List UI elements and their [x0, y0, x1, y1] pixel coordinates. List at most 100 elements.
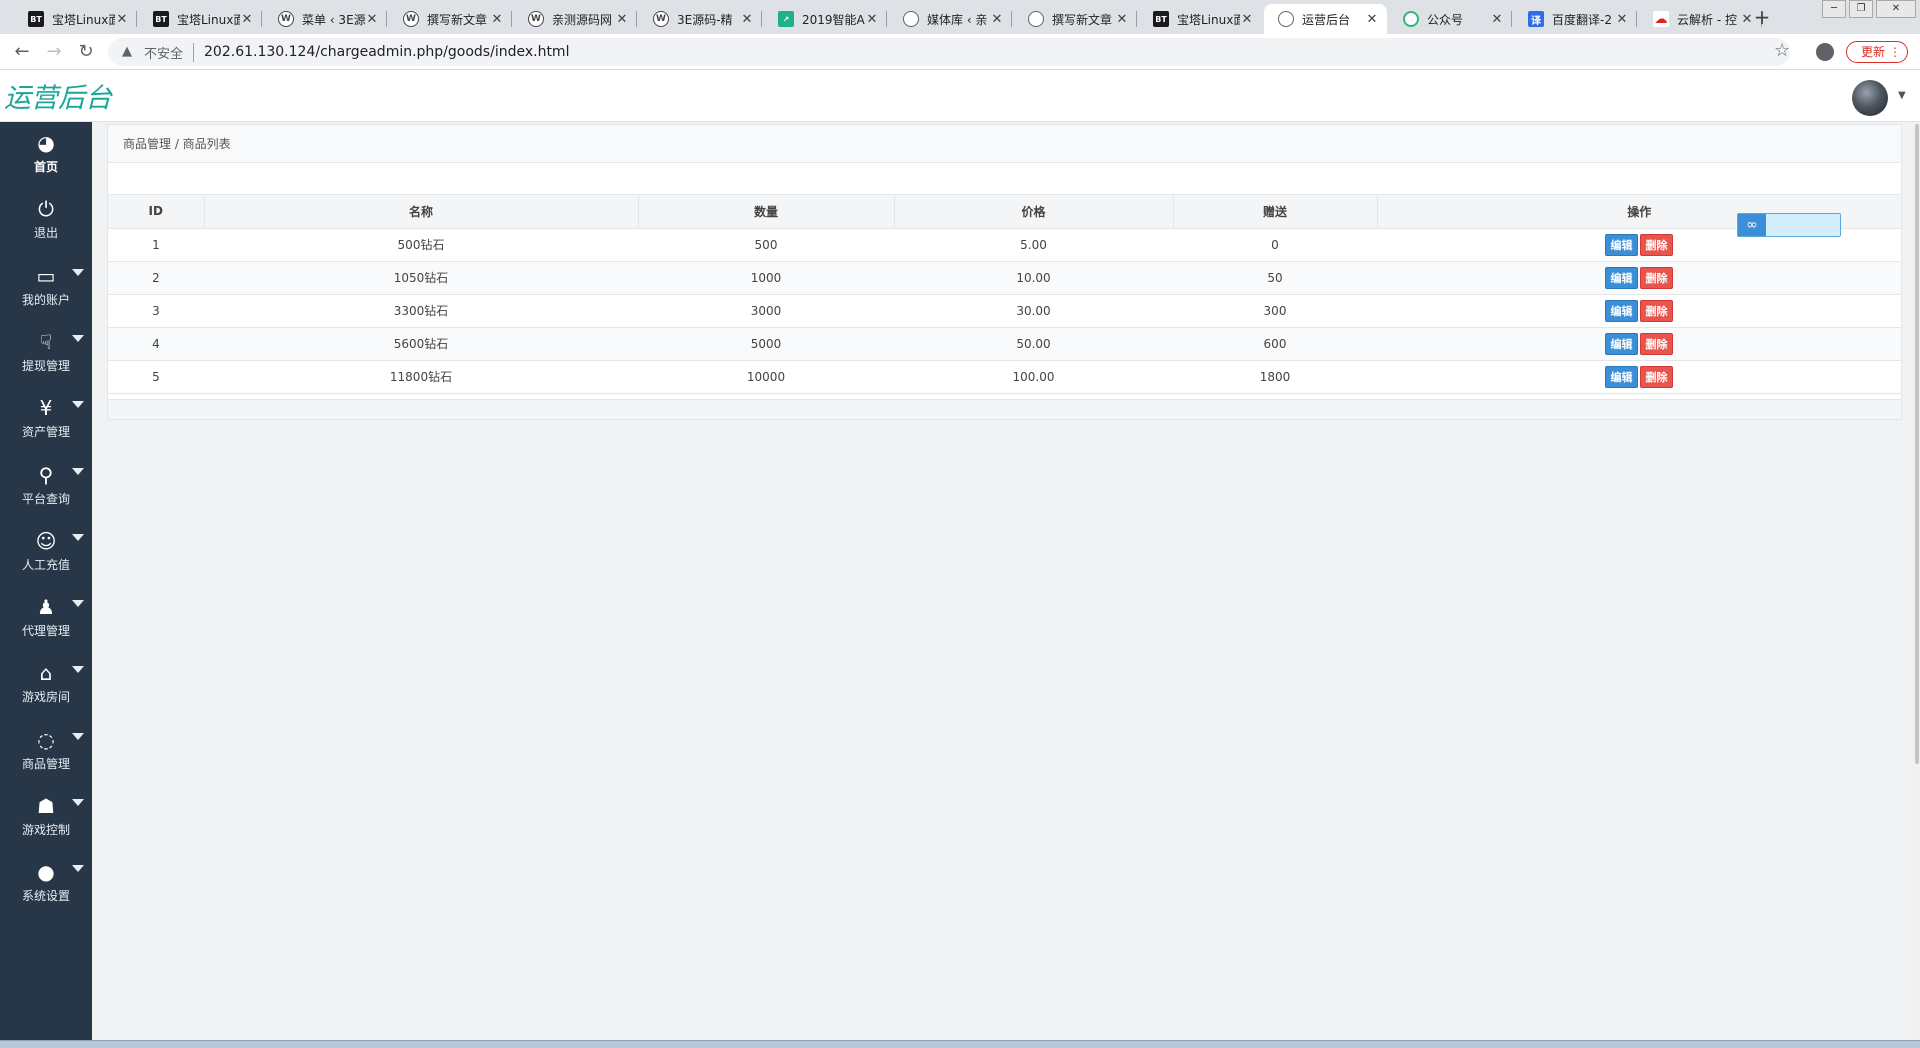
delete-button[interactable]: 删除 — [1640, 365, 1673, 388]
wp-favicon-icon: W — [528, 11, 544, 27]
app-logo[interactable]: 运营后台 — [4, 76, 112, 115]
avatar[interactable] — [1852, 80, 1888, 116]
browser-tab[interactable]: W 3E源码-精 ✕ — [639, 4, 762, 34]
sidebar-item[interactable]: ◌ 商品管理 — [0, 719, 92, 784]
sidebar-item-label: 平台查询 — [21, 491, 70, 506]
browser-tab[interactable]: 公众号 ✕ — [1389, 4, 1512, 34]
table-cell: 10000 — [638, 360, 894, 394]
delete-button[interactable]: 删除 — [1640, 233, 1673, 256]
browser-tab[interactable]: ☁ 云解析 - 控 ✕ — [1639, 4, 1762, 34]
table-cell: 50 — [1173, 261, 1377, 295]
browser-tab[interactable]: ↗ 2019智能A ✕ — [764, 4, 887, 34]
minimize-button[interactable]: ─ — [1822, 0, 1846, 18]
caret-down-icon[interactable] — [72, 268, 84, 276]
tab-title: 云解析 - 控 — [1677, 12, 1737, 27]
close-icon[interactable]: ✕ — [740, 12, 754, 27]
sidebar-item[interactable]: ☺ 人工充值 — [0, 520, 92, 585]
browser-tab[interactable]: BT 宝塔Linux面 ✕ — [14, 4, 137, 34]
sidebar-item[interactable]: ▭ 我的账户 — [0, 255, 92, 320]
close-icon[interactable]: ✕ — [1615, 12, 1629, 27]
close-icon[interactable]: ✕ — [615, 12, 629, 27]
reload-icon[interactable]: ↻ — [74, 40, 98, 64]
close-icon[interactable]: ✕ — [490, 12, 504, 27]
profile-icon[interactable] — [1816, 43, 1834, 61]
leaf-icon: ◌ — [37, 727, 55, 752]
edit-button[interactable]: 编辑 — [1605, 299, 1638, 322]
new-tab-button[interactable]: + — [1748, 4, 1776, 30]
tab-title: 宝塔Linux面 — [1177, 12, 1240, 27]
users-icon: ☗ — [37, 794, 55, 818]
edit-button[interactable]: 编辑 — [1605, 365, 1638, 388]
browser-tab[interactable]: W 亲测源码网 ✕ — [514, 4, 637, 34]
edit-button[interactable]: 编辑 — [1605, 332, 1638, 355]
scrollbar-thumb[interactable] — [1915, 124, 1919, 764]
sidebar-item[interactable]: ● 系统设置 — [0, 851, 92, 916]
caret-down-icon[interactable] — [72, 467, 84, 475]
close-icon[interactable]: ✕ — [990, 12, 1004, 27]
sidebar-item-label: 商品管理 — [21, 756, 70, 771]
address-bar[interactable]: ▲ 不安全 202.61.130.124/chargeadmin.php/goo… — [108, 38, 1790, 66]
browser-tab[interactable]: W 撰写新文章 ✕ — [389, 4, 512, 34]
sidebar-item[interactable]: ⚲ 平台查询 — [0, 454, 92, 519]
browser-tab[interactable]: 译百度翻译-2 ✕ — [1514, 4, 1637, 34]
close-icon[interactable]: ✕ — [1240, 12, 1254, 27]
delete-button[interactable]: 删除 — [1640, 332, 1673, 355]
caret-down-icon[interactable] — [72, 401, 84, 409]
caret-down-icon[interactable] — [72, 600, 84, 608]
browser-tab[interactable]: BT 宝塔Linux面 ✕ — [1139, 4, 1262, 34]
browser-tab[interactable]: W 菜单 ‹ 3E源 ✕ — [264, 4, 387, 34]
caret-down-icon[interactable] — [72, 799, 84, 806]
tab-title: 运营后台 — [1302, 12, 1351, 27]
smile-icon: ☺ — [35, 528, 57, 553]
table-cell: 4 — [108, 327, 204, 361]
caret-down-icon[interactable] — [72, 334, 84, 342]
floating-translate-widget[interactable]: ∞ — [1737, 213, 1841, 237]
close-icon[interactable]: ✕ — [1365, 12, 1379, 27]
table-footer — [108, 399, 1901, 419]
caret-down-icon[interactable] — [72, 666, 84, 674]
browser-tab[interactable]: 运营后台 ✕ — [1264, 4, 1387, 34]
sidebar-item[interactable]: ☟ 提现管理 — [0, 321, 92, 386]
table-row: 2 1050钻石 1000 10.00 50 编辑 删除 — [108, 261, 1901, 295]
table-cell: 0 — [1173, 228, 1377, 262]
vertical-scrollbar[interactable] — [1914, 122, 1920, 1040]
close-icon[interactable]: ✕ — [240, 12, 254, 27]
bookmark-star-icon[interactable]: ☆ — [1774, 40, 1790, 61]
edit-button[interactable]: 编辑 — [1605, 233, 1638, 256]
browser-tab[interactable]: 媒体库 ‹ 亲 ✕ — [889, 4, 1012, 34]
restore-button[interactable]: ❐ — [1849, 0, 1873, 18]
table-cell: 3300钻石 — [204, 294, 638, 328]
sidebar-item-label: 首页 — [33, 160, 58, 174]
caret-down-icon[interactable]: ▼ — [1898, 90, 1906, 101]
yen-icon: ¥ — [39, 396, 53, 421]
table-cell: 1 — [108, 228, 204, 262]
edit-button[interactable]: 编辑 — [1605, 266, 1638, 289]
sidebar-item[interactable]: ☗ 游戏控制 — [0, 785, 92, 850]
link-icon: ∞ — [1738, 214, 1766, 236]
sidebar-item[interactable]: ◕ 首页 — [0, 122, 92, 187]
url-text[interactable]: 202.61.130.124/chargeadmin.php/goods/ind… — [204, 44, 569, 60]
caret-down-icon[interactable] — [72, 533, 84, 541]
sidebar-item[interactable]: ¥ 资产管理 — [0, 387, 92, 452]
browser-tab[interactable]: 撰写新文章 ✕ — [1014, 4, 1137, 34]
close-icon[interactable]: ✕ — [365, 12, 379, 27]
back-icon[interactable]: ← — [10, 40, 34, 64]
caret-down-icon[interactable] — [72, 732, 84, 740]
update-button[interactable]: 更新 ⋮ — [1846, 41, 1908, 63]
close-icon[interactable]: ✕ — [115, 12, 129, 27]
security-label[interactable]: 不安全 — [144, 42, 195, 62]
close-icon[interactable]: ✕ — [865, 12, 879, 27]
close-window-button[interactable]: ✕ — [1876, 0, 1916, 18]
delete-button[interactable]: 删除 — [1640, 299, 1673, 322]
caret-down-icon[interactable] — [72, 865, 84, 873]
sidebar-item[interactable]: ⌂ 游戏房间 — [0, 652, 92, 717]
sidebar-item[interactable]: ⏻ 退出 — [0, 188, 92, 253]
sidebar-item[interactable]: ♟ 代理管理 — [0, 586, 92, 651]
table-cell: 5.00 — [894, 228, 1173, 262]
sidebar-item-label: 系统设置 — [21, 889, 70, 904]
forward-icon[interactable]: → — [42, 40, 66, 64]
delete-button[interactable]: 删除 — [1640, 266, 1673, 289]
close-icon[interactable]: ✕ — [1490, 12, 1504, 27]
close-icon[interactable]: ✕ — [1115, 12, 1129, 27]
browser-tab[interactable]: BT 宝塔Linux面 ✕ — [139, 4, 262, 34]
